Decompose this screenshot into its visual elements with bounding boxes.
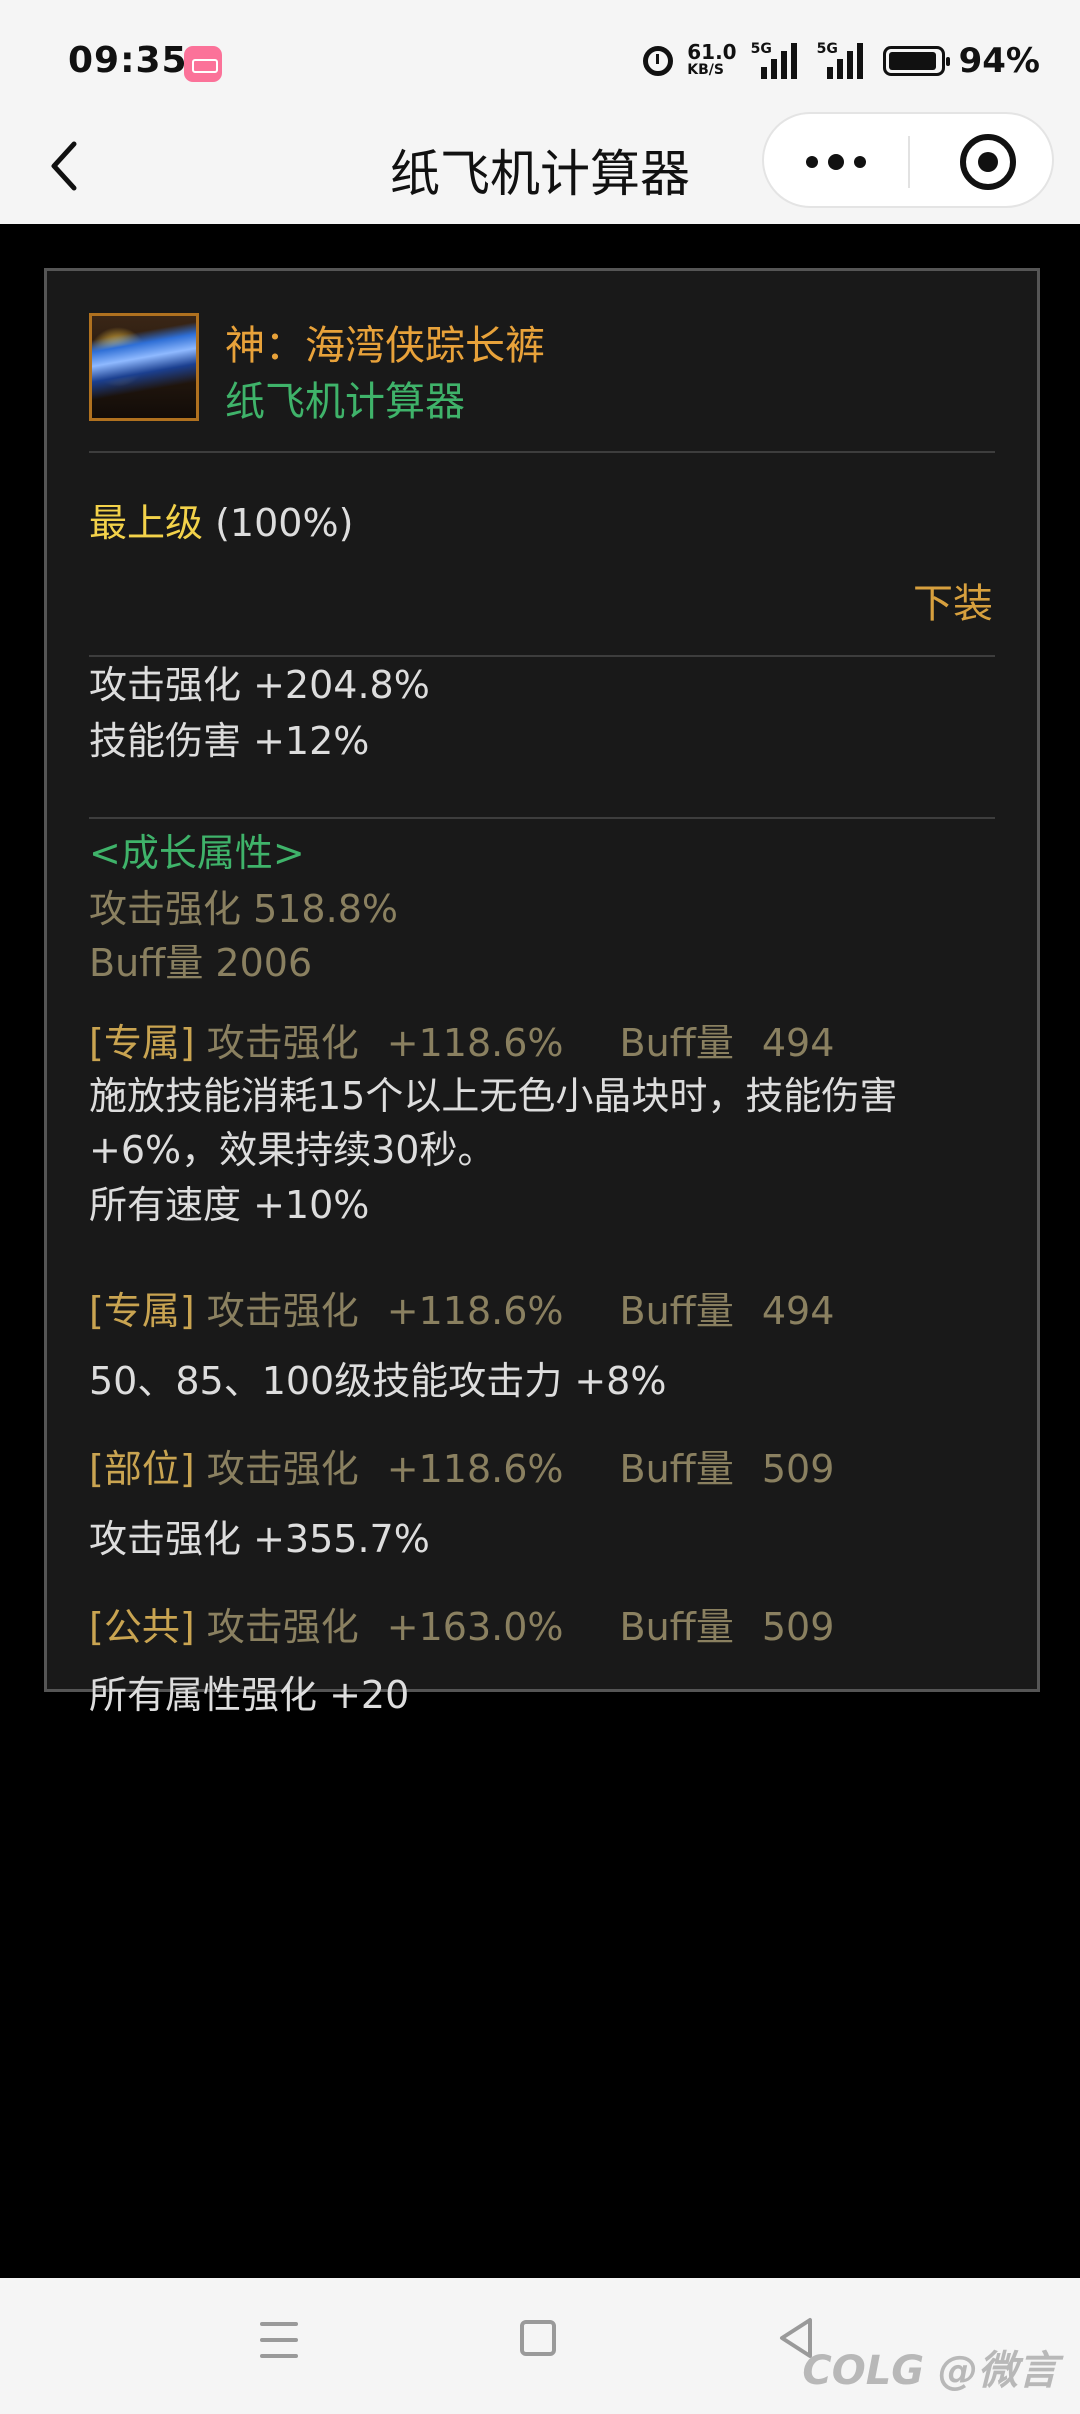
battery-icon bbox=[882, 46, 950, 76]
base-stat: 技能伤害 +12% bbox=[89, 719, 370, 763]
entry-extra: 所有速度 +10% bbox=[89, 1183, 370, 1227]
entry-tag: [部位] bbox=[89, 1447, 195, 1491]
entry-buff-value: 494 bbox=[761, 1021, 835, 1065]
home-icon[interactable] bbox=[520, 2320, 556, 2356]
battery-percent: 94% bbox=[958, 41, 1040, 81]
entry-buff-value: 509 bbox=[761, 1605, 835, 1649]
growth-entry-header: [公共] 攻击强化 +163.0% Buff量 509 bbox=[89, 1599, 834, 1655]
entry-buff-value: 509 bbox=[761, 1447, 835, 1491]
signal-2-label: 5G bbox=[816, 41, 838, 57]
growth-entry-header: [专属] 攻击强化 +118.6% Buff量 494 bbox=[89, 1283, 834, 1339]
item-source: 纸飞机计算器 bbox=[225, 379, 465, 425]
entry-stat-name: 攻击强化 bbox=[206, 1021, 359, 1065]
entry-description: 50、85、100级技能攻击力 +8% bbox=[89, 1359, 667, 1403]
grade-label: 最上级 bbox=[89, 501, 204, 545]
grade-percent: (100%) bbox=[215, 501, 354, 545]
entry-buff-value: 494 bbox=[761, 1289, 835, 1333]
entry-description: 攻击强化 +355.7% bbox=[89, 1517, 430, 1561]
growth-entry-header: [专属] 攻击强化 +118.6% Buff量 494 bbox=[89, 1015, 834, 1071]
more-icon[interactable] bbox=[806, 148, 896, 176]
content-area: 神：海湾侠踪长裤 纸飞机计算器 最上级 (100%) 下装 攻击强化 +204.… bbox=[0, 224, 1080, 2278]
entry-stat-value: +118.6% bbox=[386, 1447, 564, 1491]
system-nav-bar: COLG @微言 bbox=[0, 2278, 1080, 2414]
grade-line: 最上级 (100%) bbox=[89, 495, 353, 551]
growth-stat: Buff量 2006 bbox=[89, 941, 313, 985]
entry-tag: [公共] bbox=[89, 1605, 195, 1649]
unequip-button[interactable]: 下装 bbox=[913, 571, 993, 629]
growth-entry-header: [部位] 攻击强化 +118.6% Buff量 509 bbox=[89, 1441, 834, 1497]
status-time: 09:35 bbox=[68, 40, 188, 81]
entry-description: 所有属性强化 +20 bbox=[89, 1673, 410, 1717]
entry-buff-name: Buff量 bbox=[619, 1605, 734, 1649]
growth-stat: 攻击强化 518.8% bbox=[89, 887, 398, 931]
alarm-icon bbox=[643, 46, 674, 76]
entry-buff-name: Buff量 bbox=[619, 1447, 734, 1491]
entry-buff-name: Buff量 bbox=[619, 1021, 734, 1065]
network-speed-unit: KB/S bbox=[687, 62, 724, 78]
entry-tag: [专属] bbox=[89, 1289, 195, 1333]
entry-stat-value: +163.0% bbox=[386, 1605, 564, 1649]
title-bar: 纸飞机计算器 bbox=[0, 110, 1080, 224]
entry-stat-name: 攻击强化 bbox=[206, 1289, 359, 1333]
entry-stat-name: 攻击强化 bbox=[206, 1605, 359, 1649]
divider bbox=[89, 451, 995, 453]
divider bbox=[89, 817, 995, 819]
base-stat: 攻击强化 +204.8% bbox=[89, 663, 430, 707]
watermark: COLG @微言 bbox=[802, 2348, 1058, 2394]
network-speed: 61.0 KB/S bbox=[687, 40, 737, 79]
signal-1-label: 5G bbox=[750, 41, 772, 57]
entry-buff-name: Buff量 bbox=[619, 1289, 734, 1333]
miniprogram-capsule bbox=[762, 112, 1054, 208]
signal-icon: 5G bbox=[817, 41, 869, 81]
entry-stat-value: +118.6% bbox=[386, 1289, 564, 1333]
entry-stat-value: +118.6% bbox=[386, 1021, 564, 1065]
status-icons: 61.0 KB/S 5G 5G 94% bbox=[643, 38, 1040, 84]
menu-icon[interactable] bbox=[260, 2322, 298, 2358]
bilibili-app-icon bbox=[184, 46, 222, 82]
growth-title: <成长属性> bbox=[89, 831, 305, 875]
entry-description: 施放技能消耗15个以上无色小晶块时，技能伤害+6%，效果持续30秒。 bbox=[89, 1074, 898, 1172]
entry-tag: [专属] bbox=[89, 1021, 195, 1065]
status-bar: 09:35 61.0 KB/S 5G 5G 94% bbox=[0, 0, 1080, 110]
capsule-divider bbox=[908, 136, 910, 188]
signal-icon: 5G bbox=[751, 41, 803, 81]
item-tooltip-card: 神：海湾侠踪长裤 纸飞机计算器 最上级 (100%) 下装 攻击强化 +204.… bbox=[44, 268, 1040, 1717]
network-speed-value: 61.0 bbox=[687, 40, 737, 64]
target-icon[interactable] bbox=[960, 134, 1016, 190]
pants-item-icon bbox=[89, 313, 199, 421]
item-name: 神：海湾侠踪长裤 bbox=[225, 323, 545, 369]
entry-stat-name: 攻击强化 bbox=[206, 1447, 359, 1491]
